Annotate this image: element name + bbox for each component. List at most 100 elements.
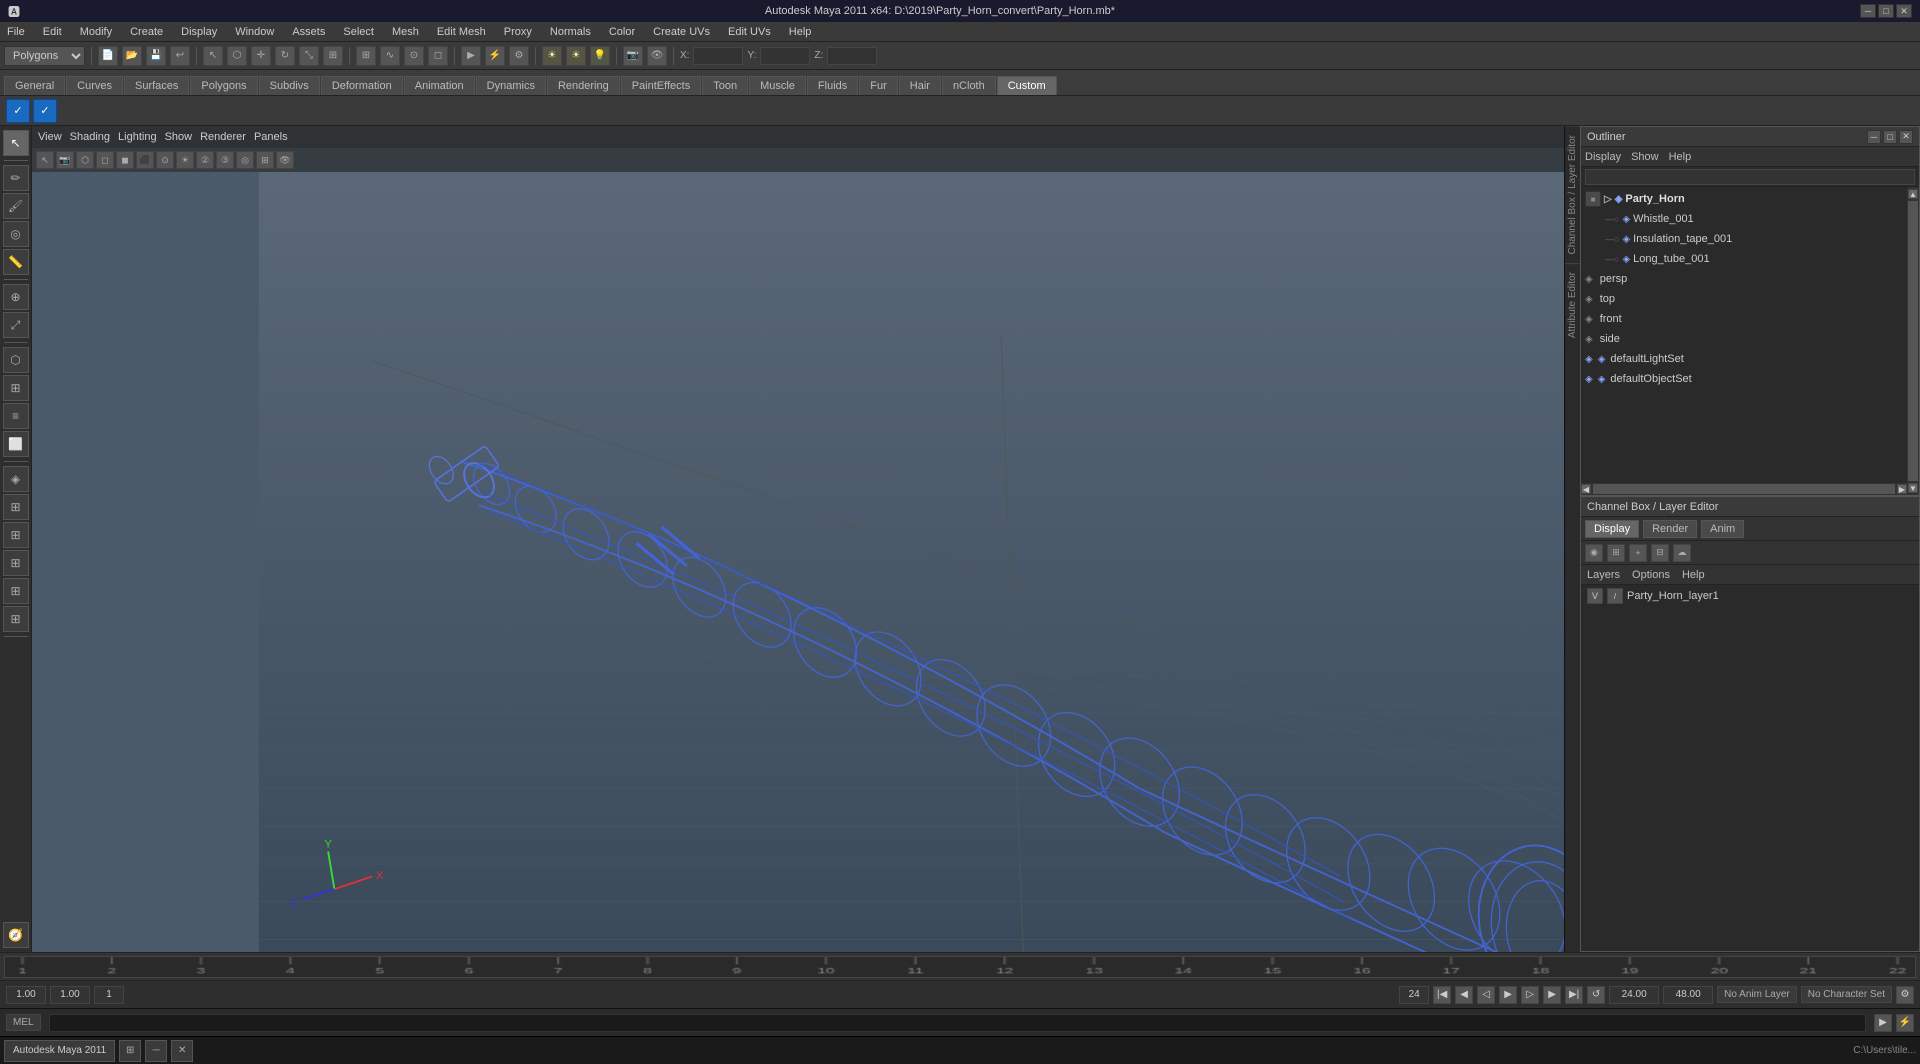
tab-surfaces[interactable]: Surfaces — [124, 76, 189, 95]
play-button[interactable]: ▶ — [1499, 986, 1517, 1004]
vp-icon-3[interactable]: ③ — [216, 151, 234, 169]
hscroll-thumb[interactable] — [1593, 484, 1895, 494]
tree-item-persp[interactable]: ◈ persp — [1581, 269, 1919, 289]
rotate-tool-button[interactable]: ↻ — [275, 46, 295, 66]
tab-subdivs[interactable]: Subdivs — [259, 76, 320, 95]
start-frame-input[interactable] — [6, 986, 46, 1004]
taskbar-icon-3[interactable]: ✕ — [171, 1040, 193, 1062]
menu-select[interactable]: Select — [340, 26, 377, 38]
layer-icon-5[interactable]: ☁ — [1673, 544, 1691, 562]
tab-polygons[interactable]: Polygons — [190, 76, 257, 95]
vp-icon-shaded[interactable]: ⊙ — [156, 151, 174, 169]
frame-counter-input[interactable] — [94, 986, 124, 1004]
tree-item-default-object-set[interactable]: ◈ ◈ defaultObjectSet — [1581, 369, 1919, 389]
tree-item-side[interactable]: ◈ side — [1581, 329, 1919, 349]
render-current-button[interactable]: ▶ — [461, 46, 481, 66]
status-icon-1[interactable]: ▶ — [1874, 1014, 1892, 1032]
menu-modify[interactable]: Modify — [77, 26, 115, 38]
vp-icon-camera[interactable]: 📷 — [56, 151, 74, 169]
coord-display-toggle[interactable]: 🧭 — [3, 922, 29, 948]
panels-menu[interactable]: Panels — [254, 131, 288, 143]
no-character-set-label[interactable]: No Character Set — [1801, 986, 1892, 1003]
directional-light-button[interactable]: ☀ — [566, 46, 586, 66]
new-scene-button[interactable]: 📄 — [98, 46, 118, 66]
tab-muscle[interactable]: Muscle — [749, 76, 806, 95]
menu-normals[interactable]: Normals — [547, 26, 594, 38]
no-anim-layer-label[interactable]: No Anim Layer — [1717, 986, 1797, 1003]
settings-button[interactable]: ⚙ — [1896, 986, 1914, 1004]
show-hide-button[interactable]: 👁 — [647, 46, 667, 66]
menu-window[interactable]: Window — [232, 26, 277, 38]
layer-v-button-1[interactable]: V — [1587, 588, 1603, 604]
open-scene-button[interactable]: 📂 — [122, 46, 142, 66]
coord-y-input[interactable] — [760, 47, 810, 65]
lasso-tool-button[interactable]: ⬡ — [227, 46, 247, 66]
snap-curve-button[interactable]: ∿ — [380, 46, 400, 66]
tab-hair[interactable]: Hair — [899, 76, 941, 95]
tool-10[interactable]: ⊞ — [3, 606, 29, 632]
menu-file[interactable]: File — [4, 26, 28, 38]
move-pivot-button[interactable]: ⊕ — [3, 284, 29, 310]
ambient-light-button[interactable]: ☀ — [542, 46, 562, 66]
render-settings-button[interactable]: ⚙ — [509, 46, 529, 66]
brush-tool-button[interactable]: 🖌 — [3, 193, 29, 219]
outliner-search-input[interactable] — [1585, 169, 1915, 185]
tree-item-party-horn[interactable]: ■ ▷ ◈ Party_Horn — [1581, 189, 1919, 209]
visibility-party-horn[interactable]: ■ — [1585, 191, 1601, 207]
menu-help[interactable]: Help — [786, 26, 815, 38]
tool-6[interactable]: ⊞ — [3, 494, 29, 520]
outliner-maximize-button[interactable]: □ — [1883, 130, 1897, 144]
show-menu[interactable]: Show — [165, 131, 193, 143]
maximize-button[interactable]: □ — [1878, 4, 1894, 18]
menu-edit[interactable]: Edit — [40, 26, 65, 38]
region-select-button[interactable]: ⬜ — [3, 431, 29, 457]
vp-icon-texture[interactable]: ⬛ — [136, 151, 154, 169]
layer-icon-2[interactable]: ⊞ — [1607, 544, 1625, 562]
quick-icon-1[interactable]: ✓ — [6, 99, 30, 123]
scroll-up-button[interactable]: ▲ — [1908, 189, 1918, 199]
menu-proxy[interactable]: Proxy — [501, 26, 535, 38]
coord-z-input[interactable] — [827, 47, 877, 65]
tree-item-front[interactable]: ◈ front — [1581, 309, 1919, 329]
tab-rendering[interactable]: Rendering — [547, 76, 620, 95]
cb-tab-render[interactable]: Render — [1643, 520, 1697, 538]
save-scene-button[interactable]: 💾 — [146, 46, 166, 66]
scroll-left-button[interactable]: ◀ — [1581, 484, 1591, 494]
tool-8[interactable]: ⊞ — [3, 550, 29, 576]
vp-icon-wireframe[interactable]: ⬡ — [76, 151, 94, 169]
ipr-render-button[interactable]: ⚡ — [485, 46, 505, 66]
prev-key-button[interactable]: ◁ — [1477, 986, 1495, 1004]
taskbar-app-button[interactable]: Autodesk Maya 2011 — [4, 1040, 115, 1062]
prev-frame-button[interactable]: ◀ — [1455, 986, 1473, 1004]
tab-general[interactable]: General — [4, 76, 65, 95]
view-menu[interactable]: View — [38, 131, 62, 143]
tab-curves[interactable]: Curves — [66, 76, 123, 95]
renderer-menu[interactable]: Renderer — [200, 131, 246, 143]
tab-ncloth[interactable]: nCloth — [942, 76, 996, 95]
sculpt-button[interactable]: ◎ — [3, 221, 29, 247]
layers-menu-layers[interactable]: Layers — [1587, 569, 1620, 581]
attribute-editor-side-tab[interactable]: Attribute Editor — [1565, 263, 1581, 346]
select-mode-button[interactable]: ↖ — [3, 130, 29, 156]
camera-button[interactable]: 📷 — [623, 46, 643, 66]
vp-icon-light[interactable]: ☀ — [176, 151, 194, 169]
scroll-thumb[interactable] — [1908, 201, 1918, 481]
layer-icon-1[interactable]: ◉ — [1585, 544, 1603, 562]
snap-point-button[interactable]: ⊙ — [404, 46, 424, 66]
layer-icon-4[interactable]: ⊟ — [1651, 544, 1669, 562]
tree-item-long-tube[interactable]: —○ ◈ Long_tube_001 — [1581, 249, 1919, 269]
tab-dynamics[interactable]: Dynamics — [476, 76, 546, 95]
menu-color[interactable]: Color — [606, 26, 638, 38]
outliner-help-menu[interactable]: Help — [1669, 151, 1692, 163]
status-icon-2[interactable]: ⚡ — [1896, 1014, 1914, 1032]
minimize-button[interactable]: ─ — [1860, 4, 1876, 18]
paint-tool-button[interactable]: ✏ — [3, 165, 29, 191]
layers-menu-options[interactable]: Options — [1632, 569, 1670, 581]
tool-9[interactable]: ⊞ — [3, 578, 29, 604]
layers-menu-help[interactable]: Help — [1682, 569, 1705, 581]
scale-tool-button[interactable]: ⤡ — [299, 46, 319, 66]
menu-edit-uvs[interactable]: Edit UVs — [725, 26, 774, 38]
cb-tab-anim[interactable]: Anim — [1701, 520, 1744, 538]
undo-button[interactable]: ↩ — [170, 46, 190, 66]
tree-item-whistle[interactable]: —○ ◈ Whistle_001 — [1581, 209, 1919, 229]
